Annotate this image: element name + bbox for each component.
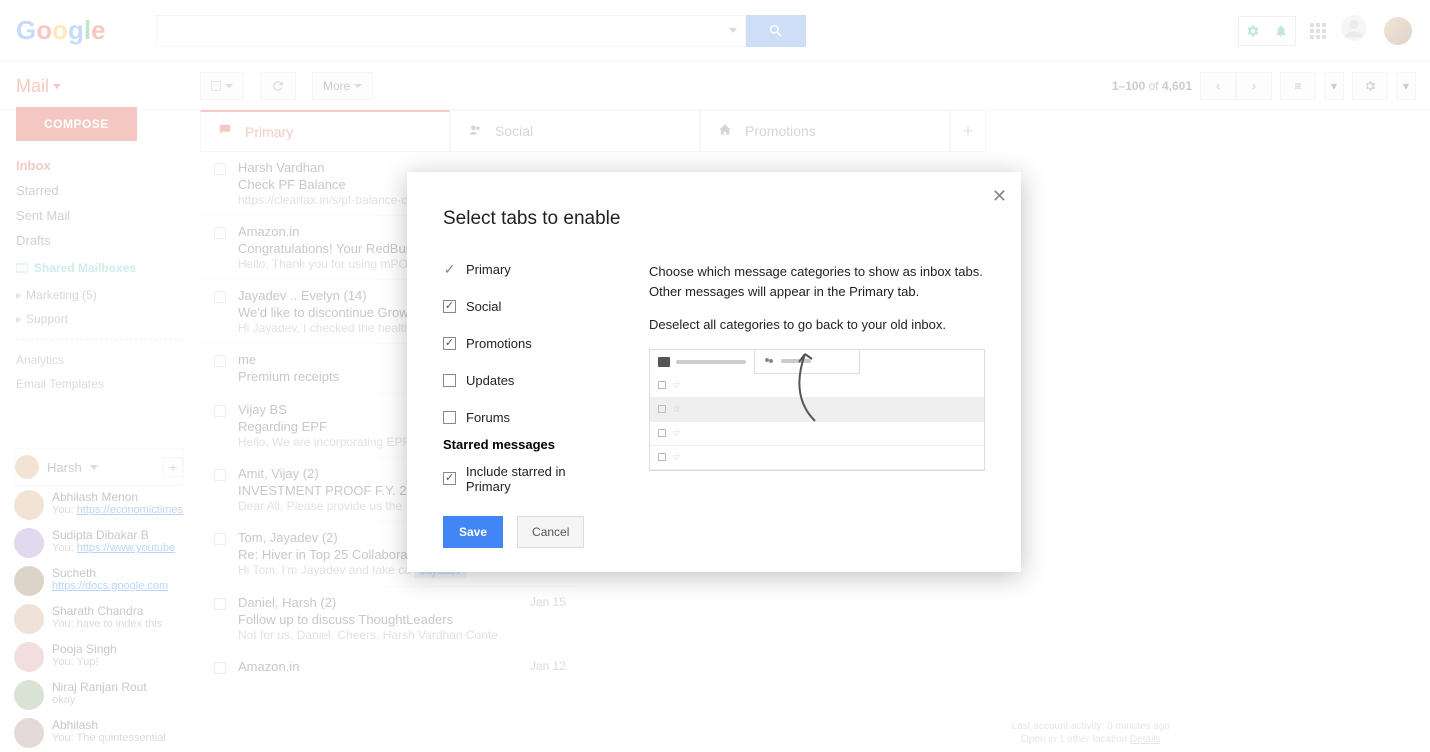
category-forums[interactable]: Forums [443, 410, 613, 425]
inbox-icon [658, 357, 670, 367]
dialog-title: Select tabs to enable [443, 208, 985, 230]
dialog-description: Choose which message categories to show … [649, 262, 985, 471]
save-button[interactable]: Save [443, 516, 503, 548]
tabs-preview: ☆ ☆ ☆ ☆ [649, 349, 985, 471]
category-primary: Primary [443, 262, 613, 277]
cancel-button[interactable]: Cancel [517, 516, 584, 548]
people-icon [763, 356, 775, 366]
category-promotions[interactable]: Promotions [443, 336, 613, 351]
select-tabs-dialog: ✕ Select tabs to enable Primary Social Pro… [407, 172, 1021, 572]
category-updates[interactable]: Updates [443, 373, 613, 388]
category-social[interactable]: Social [443, 299, 613, 314]
close-button[interactable]: ✕ [992, 186, 1007, 207]
include-starred-checkbox[interactable]: Include starred in Primary [443, 464, 613, 494]
